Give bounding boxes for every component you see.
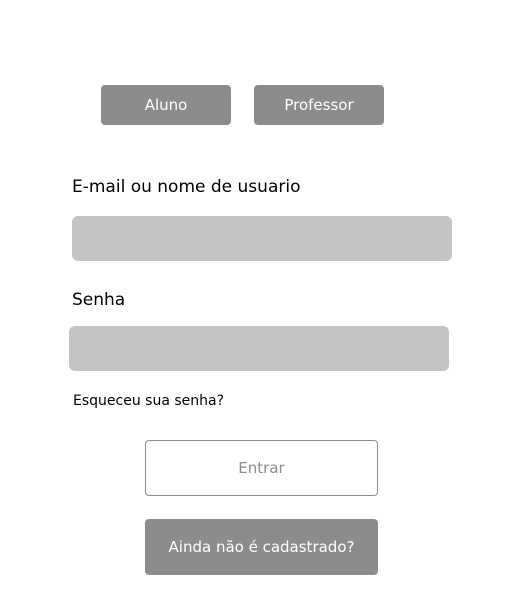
password-field-label: Senha — [72, 290, 126, 310]
login-button[interactable]: Entrar — [145, 440, 378, 496]
professor-role-button[interactable]: Professor — [254, 85, 384, 125]
forgot-password-link[interactable]: Esqueceu sua senha? — [73, 393, 224, 409]
aluno-role-button[interactable]: Aluno — [101, 85, 231, 125]
email-field-label: E-mail ou nome de usuario — [72, 177, 301, 197]
password-field[interactable] — [69, 326, 449, 371]
register-button[interactable]: Ainda não é cadastrado? — [145, 519, 378, 575]
email-field[interactable] — [72, 216, 452, 261]
